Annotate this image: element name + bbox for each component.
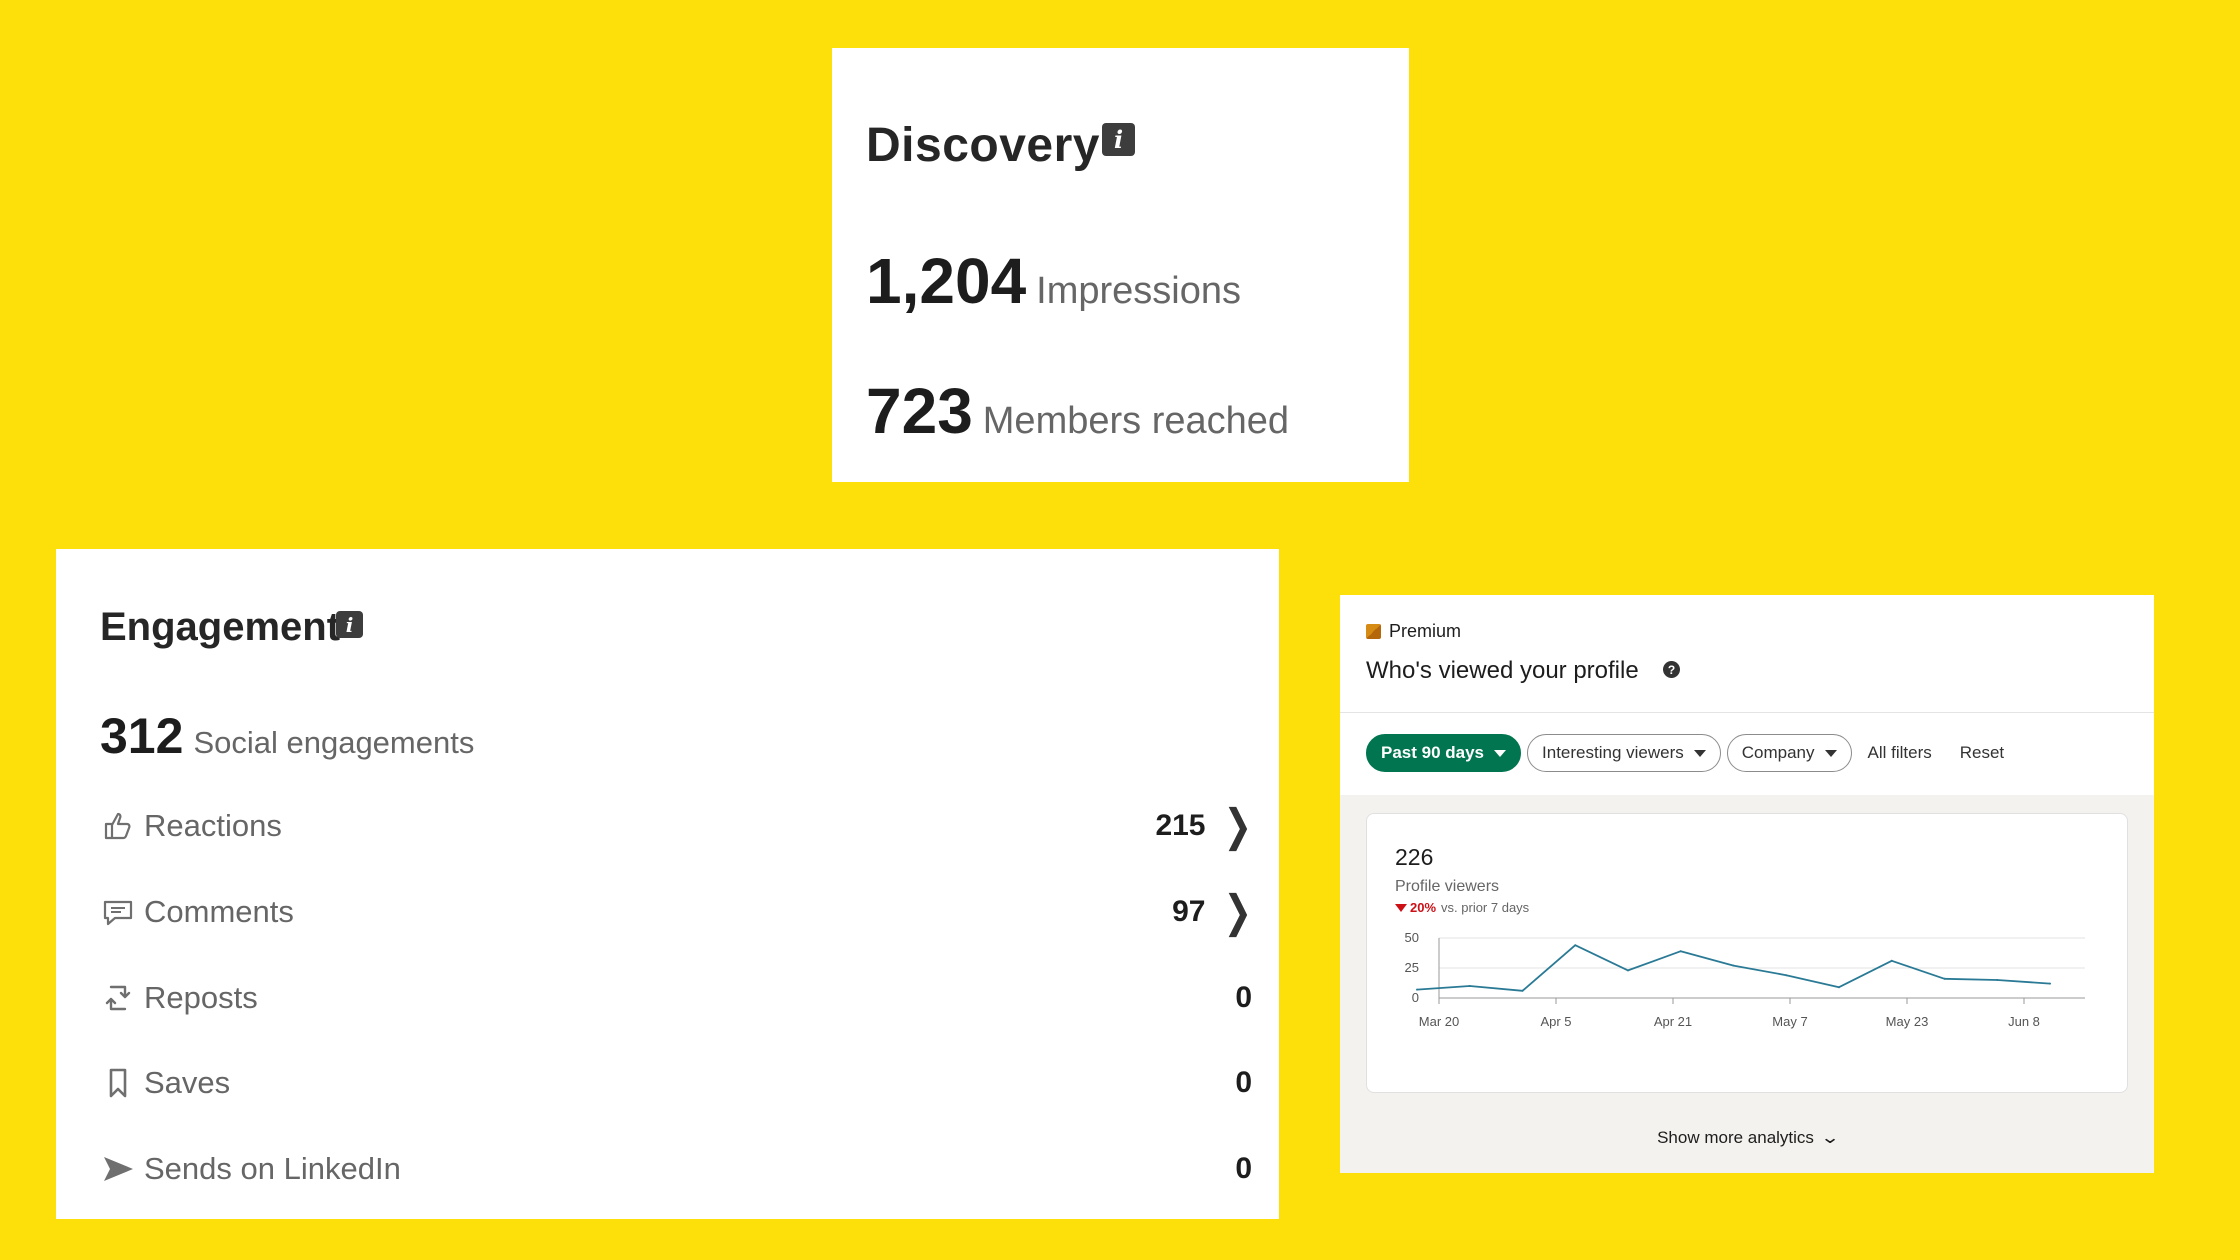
data-point (1943, 977, 1946, 980)
impressions-metric: 1,204 Impressions (866, 244, 1241, 318)
data-point (1679, 950, 1682, 953)
chevron-right-icon[interactable]: ❯ (1224, 886, 1253, 938)
profile-viewers-body: 226 Profile viewers 20% vs. prior 7 days… (1340, 795, 2154, 1173)
saves-row: Saves 0 (100, 1053, 1296, 1113)
delta-text: vs. prior 7 days (1441, 900, 1530, 915)
social-engagements-label: Social engagements (193, 725, 475, 760)
trend-down-icon (1395, 903, 1407, 912)
sends-value: 0 (1235, 1152, 1252, 1185)
data-point (1732, 964, 1735, 967)
reset-button[interactable]: Reset (1960, 743, 2004, 763)
profile-viewers-header: Premium Who's viewed your profile ? (1340, 595, 2154, 713)
impressions-label: Impressions (1036, 270, 1241, 312)
engagement-title: Engagement (100, 605, 341, 649)
discovery-card: Discovery i 1,204 Impressions 723 Members … (832, 48, 1409, 482)
y-tick-label: 25 (1405, 960, 1419, 975)
company-filter-label: Company (1741, 743, 1815, 762)
data-point (1838, 986, 1840, 989)
interesting-viewers-filter-button[interactable]: Interesting viewers (1527, 734, 1721, 772)
x-tick-label: May 23 (1886, 1014, 1929, 1029)
all-filters-button[interactable]: All filters (1868, 743, 1932, 763)
profile-viewers-title: Who's viewed your profile (1366, 657, 1639, 684)
filter-bar: Past 90 days Interesting viewers Company… (1366, 734, 2004, 772)
show-more-label: Show more analytics (1657, 1128, 1814, 1147)
data-point (1785, 974, 1788, 977)
reactions-value: 215 (1155, 809, 1206, 842)
y-tick-label: 0 (1412, 990, 1419, 1005)
comments-count: 97 ❯ (1172, 887, 1252, 936)
sends-row: Sends on LinkedIn 0 (100, 1139, 1296, 1199)
reactions-label: Reactions (144, 808, 282, 843)
comments-value: 97 (1172, 895, 1206, 928)
comments-label: Comments (144, 894, 294, 929)
saves-label: Saves (144, 1065, 231, 1100)
viewers-chart-card: 226 Profile viewers 20% vs. prior 7 days… (1366, 813, 2128, 1093)
company-filter-button[interactable]: Company (1726, 734, 1852, 772)
reactions-row[interactable]: Reactions 215 ❯ (100, 796, 1296, 856)
x-tick-label: Mar 20 (1419, 1014, 1459, 1029)
comment-icon (100, 894, 136, 930)
impressions-value: 1,204 (866, 245, 1027, 317)
sends-label: Sends on LinkedIn (144, 1151, 401, 1186)
x-tick-label: May 7 (1772, 1014, 1807, 1029)
profile-viewers-line-chart: 50 25 0Mar 20 Apr 5 Apr 21 May 7 May 23 Jun 8 (1405, 930, 2085, 1029)
profile-viewers-count: 226 (1395, 844, 1434, 870)
reposts-value: 0 (1235, 981, 1252, 1014)
profile-viewers-label: Profile viewers (1395, 878, 1500, 895)
period-filter-label: Past 90 days (1381, 743, 1485, 762)
saves-value: 0 (1235, 1066, 1252, 1099)
bookmark-icon (100, 1065, 136, 1101)
reactions-count: 215 ❯ (1155, 801, 1252, 850)
social-engagements-metric: 312 Social engagements (100, 707, 474, 765)
discovery-title: Discovery (866, 119, 1100, 172)
send-icon (100, 1151, 136, 1187)
interesting-viewers-label: Interesting viewers (1542, 743, 1684, 762)
data-point (1996, 979, 1999, 981)
caret-down-icon (1824, 749, 1837, 757)
members-reached-label: Members reached (982, 400, 1290, 442)
premium-badge-row: Premium (1366, 621, 1461, 642)
data-point (1521, 989, 1524, 992)
info-icon[interactable]: i (1102, 123, 1135, 156)
comments-row[interactable]: Comments 97 ❯ (100, 882, 1296, 942)
premium-label: Premium (1389, 621, 1462, 641)
y-tick-label: 50 (1405, 930, 1419, 945)
profile-viewers-card: Premium Who's viewed your profile ? Past… (1340, 595, 2154, 1173)
chevron-down-icon: ⌄ (1819, 1128, 1840, 1147)
thumbs-up-icon (100, 808, 136, 844)
premium-icon (1366, 624, 1381, 639)
reposts-row: Reposts 0 (100, 968, 1296, 1028)
engagement-card: Engagement i 312 Social engagements React… (56, 549, 1279, 1219)
chevron-right-icon[interactable]: ❯ (1224, 800, 1253, 852)
show-more-analytics-button[interactable]: Show more analytics ⌄ (1340, 1128, 2154, 1148)
data-point (1574, 944, 1577, 947)
x-tick-label: Apr 21 (1654, 1014, 1692, 1029)
members-reached-metric: 723 Members reached (866, 374, 1289, 448)
social-engagements-value: 312 (100, 708, 184, 764)
repost-icon (100, 980, 136, 1016)
caret-down-icon (1494, 749, 1507, 757)
x-tick-label: Jun 8 (2008, 1014, 2040, 1029)
help-icon[interactable]: ? (1663, 661, 1680, 678)
info-icon[interactable]: i (336, 611, 363, 638)
delta-percent: 20% (1410, 900, 1437, 915)
caret-down-icon (1693, 749, 1706, 757)
members-reached-value: 723 (866, 375, 973, 447)
data-point (2049, 982, 2051, 985)
reposts-label: Reposts (144, 980, 258, 1015)
data-point (1890, 959, 1893, 962)
data-point (1468, 985, 1471, 987)
data-point (1627, 969, 1629, 972)
data-point (1416, 988, 1418, 991)
viewers-delta: 20% vs. prior 7 days (1395, 900, 1529, 915)
x-tick-label: Apr 5 (1540, 1014, 1571, 1029)
period-filter-button[interactable]: Past 90 days (1366, 734, 1522, 772)
